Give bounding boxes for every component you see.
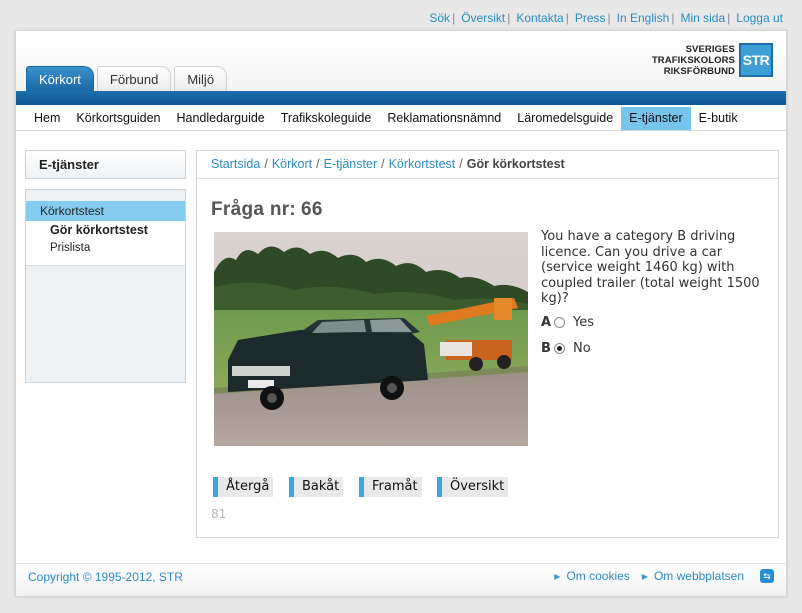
page-frame: SVERIGES TRAFIKSKOLORS RIKSFÖRBUND STR K…: [15, 30, 787, 597]
top-link-my-page[interactable]: Min sida: [680, 11, 725, 25]
footer-link-cookies[interactable]: Om cookies: [566, 569, 629, 583]
question-label: Fråga nr:: [211, 199, 297, 220]
back-button[interactable]: Återgå: [213, 477, 274, 497]
section-tabs: Körkort Förbund Miljö: [26, 66, 230, 91]
nav-item-hem[interactable]: Hem: [26, 105, 68, 130]
question-photo: [214, 232, 528, 446]
nav-item-trafikskoleguide[interactable]: Trafikskoleguide: [273, 105, 380, 130]
answer-b-radio[interactable]: [554, 343, 565, 354]
site-header: SVERIGES TRAFIKSKOLORS RIKSFÖRBUND STR K…: [16, 31, 786, 93]
sidebar-menu: Körkortstest Gör körkortstest Prislista: [25, 189, 186, 383]
logo-line-2: TRAFIKSKOLORS: [651, 54, 735, 66]
breadcrumb-separator: /: [316, 157, 320, 171]
question-text: You have a category B driving licence. C…: [541, 229, 760, 306]
arrow-right-icon: ▶: [641, 571, 648, 581]
sidebar-item-prislista[interactable]: Prislista: [26, 239, 185, 257]
sidebar-item-korkortstest[interactable]: Körkortstest: [26, 201, 185, 221]
breadcrumb: Startsida / Körkort / E-tjänster / Körkortstes…: [197, 151, 778, 179]
top-link-logout[interactable]: Logga ut: [736, 11, 783, 25]
tab-korkort[interactable]: Körkort: [26, 66, 94, 91]
breadcrumb-current: Gör körkortstest: [466, 157, 565, 171]
question-title: Fråga nr: 66: [211, 199, 323, 221]
answer-a[interactable]: A Yes: [541, 315, 594, 330]
separator: |: [452, 11, 456, 25]
answer-b-label: No: [573, 341, 591, 356]
top-link-overview[interactable]: Översikt: [461, 11, 505, 25]
copyright-text: Copyright © 1995-2012, STR: [28, 570, 183, 584]
breadcrumb-korkortstest[interactable]: Körkortstest: [389, 157, 456, 171]
nav-item-reklamationsnamnd[interactable]: Reklamationsnämnd: [379, 105, 509, 130]
next-button[interactable]: Framåt: [359, 477, 422, 497]
sidebar-item-gor-korkortstest[interactable]: Gör körkortstest: [26, 221, 185, 239]
answer-a-label: Yes: [573, 315, 594, 330]
breadcrumb-separator: /: [264, 157, 268, 171]
answer-a-radio[interactable]: [554, 317, 565, 328]
nav-item-e-tjanster[interactable]: E-tjänster: [621, 107, 691, 130]
sidebar-menu-list: Körkortstest Gör körkortstest Prislista: [26, 201, 185, 266]
separator: |: [607, 11, 611, 25]
header-band: [16, 91, 786, 105]
logo-text: SVERIGES TRAFIKSKOLORS RIKSFÖRBUND: [652, 44, 735, 77]
answer-a-letter: A: [541, 315, 552, 330]
breadcrumb-separator: /: [459, 157, 463, 171]
sidebar-title: E-tjänster: [25, 150, 186, 179]
question-counter: 81: [211, 507, 227, 521]
nav-item-laromedelsguide[interactable]: Läromedelsguide: [509, 105, 621, 130]
logo-line-3: RIKSFÖRBUND: [663, 65, 735, 77]
top-link-contact[interactable]: Kontakta: [516, 11, 563, 25]
top-utility-links: Sök | Översikt | Kontakta | Press | In English | M…: [429, 11, 783, 25]
logo-line-1: SVERIGES: [685, 43, 735, 55]
site-footer: Copyright © 1995-2012, STR ▶ Om cookies ▶…: [16, 563, 786, 596]
answer-b-letter: B: [541, 341, 551, 356]
breadcrumb-korkort[interactable]: Körkort: [272, 157, 312, 171]
nav-item-e-butik[interactable]: E-butik: [691, 105, 746, 130]
separator: |: [565, 11, 569, 25]
top-link-english[interactable]: In English: [617, 11, 670, 25]
overview-button[interactable]: Översikt: [437, 477, 509, 497]
logo-badge: STR: [739, 43, 773, 77]
content-panel: Startsida / Körkort / E-tjänster / Körkortstes…: [196, 150, 779, 538]
nav-item-handledarguide[interactable]: Handledarguide: [168, 105, 272, 130]
main-nav: Hem Körkortsguiden Handledarguide Trafik…: [16, 105, 786, 131]
footer-links: ▶ Om cookies ▶ Om webbplatsen ⇆: [554, 569, 774, 583]
breadcrumb-e-tjanster[interactable]: E-tjänster: [324, 157, 378, 171]
answer-b[interactable]: B No: [541, 341, 591, 356]
separator: |: [507, 11, 511, 25]
top-link-press[interactable]: Press: [575, 11, 606, 25]
remote-support-icon[interactable]: ⇆: [760, 569, 774, 583]
separator: |: [727, 11, 731, 25]
tab-miljo[interactable]: Miljö: [174, 66, 228, 91]
nav-item-korkortsguiden[interactable]: Körkortsguiden: [68, 105, 168, 130]
arrow-right-icon: ▶: [554, 571, 561, 581]
previous-button[interactable]: Bakåt: [289, 477, 344, 497]
car-with-trailer-image: [214, 232, 528, 446]
separator: |: [671, 11, 675, 25]
tab-forbund[interactable]: Förbund: [96, 66, 172, 91]
top-link-search[interactable]: Sök: [429, 11, 450, 25]
footer-link-about-site[interactable]: Om webbplatsen: [654, 569, 744, 583]
question-number: 66: [301, 199, 323, 220]
str-logo[interactable]: SVERIGES TRAFIKSKOLORS RIKSFÖRBUND STR: [652, 43, 773, 77]
breadcrumb-startsida[interactable]: Startsida: [211, 157, 260, 171]
breadcrumb-separator: /: [381, 157, 385, 171]
